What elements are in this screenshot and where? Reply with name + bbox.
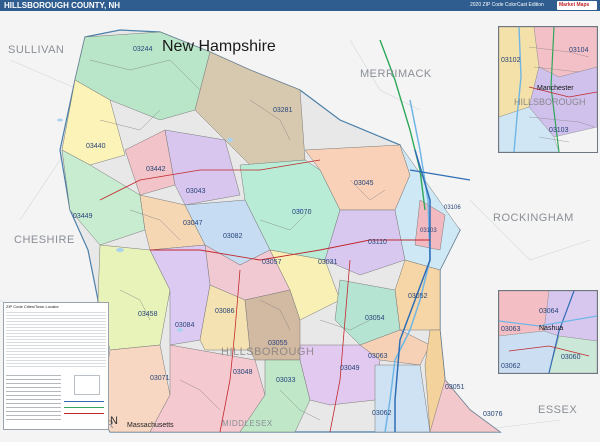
inset-south-city: Nashua <box>539 325 564 332</box>
label-middlesex: MIDDLESEX <box>222 419 273 428</box>
label-merrimack: MERRIMACK <box>360 68 432 80</box>
inset-south-zip-0: 03064 <box>539 308 559 315</box>
zip-label-03070: 03070 <box>292 209 312 216</box>
inset-north-county: HILLSBOROUGH <box>514 97 586 107</box>
publisher-logo: Market Maps <box>557 1 597 10</box>
inset-north-city: Manchester <box>537 85 574 92</box>
zip-label-03281: 03281 <box>273 107 293 114</box>
label-essex: ESSEX <box>538 404 577 416</box>
zip-label-03084: 03084 <box>175 322 195 329</box>
label-sullivan: SULLIVAN <box>8 44 64 56</box>
zip-label-03031: 03031 <box>318 259 338 266</box>
zip-area-03062 <box>374 364 431 433</box>
zip-label-03047: 03047 <box>183 220 203 227</box>
zip-label-03106: 03106 <box>444 205 461 211</box>
zip-label-03054: 03054 <box>365 315 385 322</box>
zip-label-03440: 03440 <box>86 143 106 150</box>
county-overlay-label: HILLSBOROUGH <box>221 346 314 358</box>
inset-north-zip-0: 03102 <box>501 57 521 64</box>
zip-label-03458: 03458 <box>138 311 158 318</box>
zip-label-03057: 03057 <box>262 259 282 266</box>
legend-symbol-key <box>6 372 61 422</box>
label-rockingham: ROCKINGHAM <box>493 212 574 224</box>
title-bar: HILLSBOROUGH COUNTY, NH 2020 ZIP Code Co… <box>0 0 600 11</box>
zip-label-03045: 03045 <box>354 180 374 187</box>
legend-locator-table <box>6 310 106 368</box>
inset-map-nashua[interactable]: 03064 03063 03062 03060 Nashua <box>498 290 598 374</box>
zip-label-03110: 03110 <box>368 239 387 246</box>
zip-label-03033: 03033 <box>276 377 296 384</box>
map-page: HILLSBOROUGH COUNTY, NH 2020 ZIP Code Co… <box>0 0 600 442</box>
inset-north-zip-1: 03104 <box>569 47 589 54</box>
inset-south-zip-3: 03060 <box>561 354 581 361</box>
zip-label-03048: 03048 <box>233 369 253 376</box>
zip-label-03244: 03244 <box>133 46 153 53</box>
zip-label-03076: 03076 <box>483 411 503 418</box>
north-arrow-icon: N <box>110 415 118 427</box>
inset-north-zip-2: 03103 <box>549 127 569 134</box>
legend-panel: ZIP Code Cities/Town Locator <box>3 302 109 430</box>
zip-label-03063: 03063 <box>368 353 388 360</box>
zip-label-03071: 03071 <box>150 375 170 382</box>
publisher-logo-text: Market Maps <box>559 2 590 8</box>
inset-map-manchester[interactable]: 03102 03104 03103 Manchester HILLSBOROUG… <box>498 26 598 153</box>
zip-label-03051: 03051 <box>445 384 465 391</box>
zip-label-03086: 03086 <box>215 308 235 315</box>
inset-south-zip-2: 03062 <box>501 363 521 370</box>
legend-title: ZIP Code Cities/Town Locator <box>6 304 59 309</box>
legend-city-icon <box>74 375 100 395</box>
label-massachusetts: Massachusetts <box>127 422 174 429</box>
zip-label-03442: 03442 <box>146 166 166 173</box>
zip-label-03103: 03103 <box>420 228 437 234</box>
label-cheshire: CHESHIRE <box>14 234 75 246</box>
inset-south-zip-1: 03063 <box>501 326 521 333</box>
zip-label-03052: 03052 <box>408 293 428 300</box>
map-title: HILLSBOROUGH COUNTY, NH <box>4 1 120 10</box>
legend-road-swatches <box>64 399 104 421</box>
zip-label-03049: 03049 <box>340 365 360 372</box>
zip-label-03043: 03043 <box>186 188 206 195</box>
map-canvas[interactable]: SULLIVAN MERRIMACK CHESHIRE ROCKINGHAM M… <box>0 11 600 442</box>
zip-label-03062: 03062 <box>372 410 392 417</box>
zip-label-03449: 03449 <box>73 213 93 220</box>
zip-label-03055: 03055 <box>268 340 288 347</box>
edition-label: 2020 ZIP Code ColorCast Edition <box>470 2 544 8</box>
state-label: New Hampshire <box>162 38 276 55</box>
zip-label-03082: 03082 <box>223 233 243 240</box>
